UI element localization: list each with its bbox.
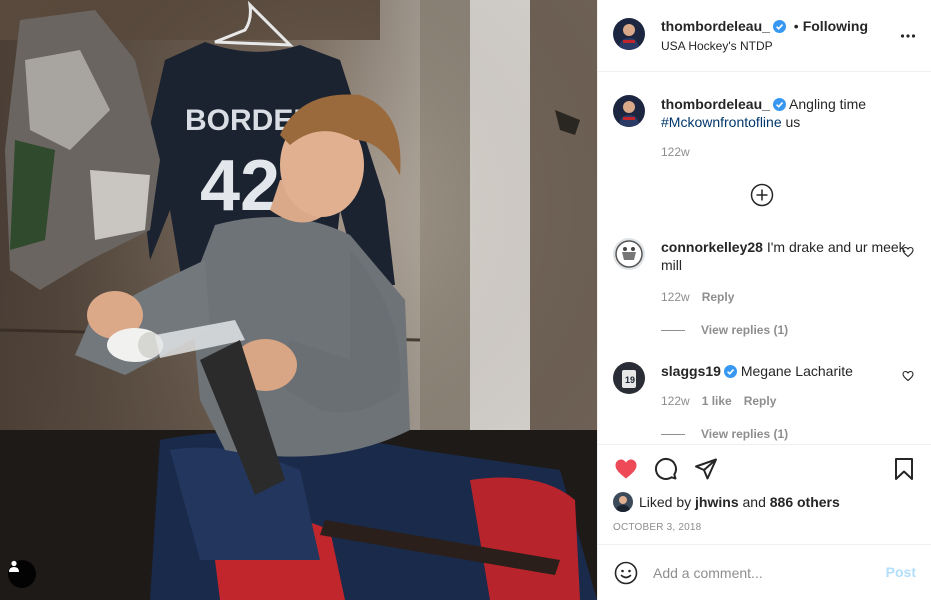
comment-avatar[interactable]: 19 — [613, 362, 645, 394]
likes-prefix: Liked by — [639, 494, 692, 510]
comments-list[interactable]: thombordeleau_ Angling time #Mckownfront… — [598, 72, 931, 444]
caption-username[interactable]: thombordeleau_ — [661, 96, 770, 112]
comment-username[interactable]: slaggs19 — [661, 363, 721, 379]
likes-summary: Liked by jhwins and 886 others — [613, 491, 840, 513]
reply-button[interactable]: Reply — [744, 394, 777, 408]
emoji-icon[interactable] — [614, 561, 638, 585]
verified-badge-icon — [723, 365, 737, 378]
post-location[interactable]: USA Hockey's NTDP — [661, 39, 773, 53]
comment-username[interactable]: connorkelley28 — [661, 239, 763, 255]
more-options-icon[interactable] — [900, 28, 916, 44]
comment-icon[interactable] — [654, 457, 678, 481]
post-photo[interactable]: BORDELE 42 — [0, 0, 597, 600]
post-date[interactable]: OCTOBER 3, 2018 — [613, 522, 701, 533]
user-tag-button[interactable] — [8, 560, 36, 588]
comment-time[interactable]: 122w — [661, 290, 690, 304]
view-replies-label: View replies (1) — [701, 427, 789, 441]
load-more-plus-icon[interactable] — [750, 183, 774, 207]
view-replies-button[interactable]: View replies (1) — [661, 323, 788, 337]
view-replies-label: View replies (1) — [701, 323, 789, 337]
verified-badge-icon — [772, 98, 786, 111]
liker-avatar[interactable] — [613, 492, 633, 512]
comment-meta: 122w 1 like Reply — [661, 394, 788, 408]
reply-button[interactable]: Reply — [702, 290, 735, 304]
svg-text:19: 19 — [625, 375, 635, 385]
liker-username[interactable]: jhwins — [695, 494, 739, 510]
caption-avatar[interactable] — [613, 95, 645, 127]
comment-text: slaggs19 Megane Lacharite — [661, 362, 916, 380]
comment-avatar[interactable] — [613, 238, 645, 270]
instagram-post: BORDELE 42 thombordeleau_ • Following US… — [0, 0, 931, 600]
replies-dash — [661, 330, 685, 332]
likes-middle: and — [742, 494, 766, 510]
caption-hashtag[interactable]: #Mckownfrontofline — [661, 114, 782, 130]
following-button[interactable]: Following — [803, 18, 868, 34]
author-username[interactable]: thombordeleau_ — [661, 18, 770, 34]
comment-like-icon[interactable] — [902, 246, 914, 258]
add-comment-input[interactable] — [653, 563, 873, 583]
comment-text: connorkelley28 I'm drake and ur meek mil… — [661, 238, 916, 274]
add-comment-bar: Post — [598, 544, 931, 600]
post-header: thombordeleau_ • Following USA Hockey's N… — [598, 0, 931, 72]
likes-others-button[interactable]: 886 others — [770, 494, 840, 510]
caption-meta: 122w — [661, 145, 702, 159]
replies-dash — [661, 434, 685, 436]
user-tag-icon — [9, 560, 19, 572]
share-icon[interactable] — [694, 457, 718, 481]
jersey-number: 42 — [200, 146, 280, 226]
photo-illustration: BORDELE 42 — [0, 0, 597, 600]
caption-tail: us — [781, 114, 801, 130]
comment-time[interactable]: 122w — [661, 394, 690, 408]
author-avatar[interactable] — [613, 18, 645, 50]
caption-body: Angling time — [789, 96, 867, 112]
caption-text: thombordeleau_ Angling time #Mckownfront… — [661, 95, 916, 131]
post-comment-button[interactable]: Post — [886, 564, 916, 580]
separator-dot: • — [793, 18, 799, 34]
view-replies-button[interactable]: View replies (1) — [661, 427, 788, 441]
comment-body: Megane Lacharite — [740, 363, 853, 379]
comment-meta: 122w Reply — [661, 290, 746, 304]
heart-icon[interactable] — [614, 457, 638, 481]
verified-badge-icon — [772, 20, 786, 33]
bookmark-icon[interactable] — [892, 457, 916, 481]
comment-like-icon[interactable] — [902, 370, 914, 382]
post-actions: Liked by jhwins and 886 others OCTOBER 3… — [598, 444, 931, 544]
post-details-panel: thombordeleau_ • Following USA Hockey's N… — [597, 0, 931, 600]
comment-likes[interactable]: 1 like — [702, 394, 732, 408]
header-line: thombordeleau_ • Following — [661, 18, 868, 34]
caption-time[interactable]: 122w — [661, 145, 690, 159]
